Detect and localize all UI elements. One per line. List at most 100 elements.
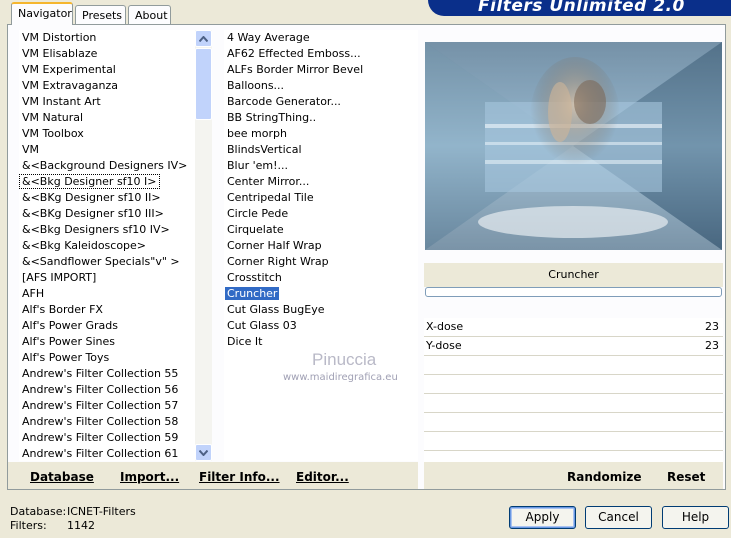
param-row-empty xyxy=(424,394,723,413)
category-item-label: &<Bkg Designers sf10 IV> xyxy=(22,223,170,236)
apply-button[interactable]: Apply xyxy=(509,506,576,529)
category-item[interactable]: Andrew's Filter Collection 56 xyxy=(19,382,195,398)
category-item-label: Alf's Power Toys xyxy=(22,351,110,364)
filter-item[interactable]: Cut Glass 03 xyxy=(224,318,418,334)
category-item[interactable]: VM Instant Art xyxy=(19,94,195,110)
tab-about[interactable]: About xyxy=(128,5,171,24)
category-item[interactable]: VM Experimental xyxy=(19,62,195,78)
filter-item-label: Cut Glass 03 xyxy=(227,319,297,332)
filter-item-label: BlindsVertical xyxy=(227,143,302,156)
category-item-label: &<BKg Designer sf10 III> xyxy=(22,207,164,220)
current-filter-name: Cruncher xyxy=(424,263,723,287)
category-item-label: AFH xyxy=(22,287,45,300)
scroll-thumb[interactable] xyxy=(195,48,212,120)
filter-item[interactable]: Center Mirror... xyxy=(224,174,418,190)
chevron-down-icon xyxy=(199,449,208,456)
filter-item[interactable]: Barcode Generator... xyxy=(224,94,418,110)
category-item[interactable]: &<Sandflower Specials"v" > xyxy=(19,254,195,270)
filter-item[interactable]: 4 Way Average xyxy=(224,30,418,46)
category-item[interactable]: &<Bkg Kaleidoscope> xyxy=(19,238,195,254)
filter-list[interactable]: 4 Way Average AF62 Effected Emboss... ALFs… xyxy=(224,30,418,461)
filter-item[interactable]: Cut Glass BugEye xyxy=(224,302,418,318)
filter-item[interactable]: Centripedal Tile xyxy=(224,190,418,206)
category-item[interactable]: &<Background Designers IV> xyxy=(19,158,195,174)
param-row-empty xyxy=(424,413,723,432)
filters-label: Filters: xyxy=(10,519,47,532)
category-item[interactable]: &<Bkg Designers sf10 IV> xyxy=(19,222,195,238)
param-row-x-dose[interactable]: X-dose 23 xyxy=(424,318,723,337)
category-item-label: &<Background Designers IV> xyxy=(22,159,188,172)
filter-item[interactable]: BlindsVertical xyxy=(224,142,418,158)
filter-item[interactable]: BB StringThing.. xyxy=(224,110,418,126)
category-item[interactable]: AFH xyxy=(19,286,195,302)
param-value[interactable]: 23 xyxy=(705,337,719,355)
param-name: Y-dose xyxy=(426,339,462,352)
help-button[interactable]: Help xyxy=(662,506,729,529)
category-item[interactable]: [AFS IMPORT] xyxy=(19,270,195,286)
category-item[interactable]: VM Extravaganza xyxy=(19,78,195,94)
scroll-down-button[interactable] xyxy=(195,444,212,461)
category-item-label: VM xyxy=(22,143,40,156)
category-item[interactable]: VM Elisablaze xyxy=(19,46,195,62)
category-item[interactable]: Andrew's Filter Collection 59 xyxy=(19,430,195,446)
filter-item[interactable]: Corner Right Wrap xyxy=(224,254,418,270)
category-item[interactable]: &<BKg Designer sf10 III> xyxy=(19,206,195,222)
editor-button[interactable]: Editor... xyxy=(296,470,349,484)
category-item[interactable]: Alf's Power Grads xyxy=(19,318,195,334)
category-item-label: &<Bkg Kaleidoscope> xyxy=(22,239,147,252)
filter-item[interactable]: ALFs Border Mirror Bevel xyxy=(224,62,418,78)
category-item-label: VM Elisablaze xyxy=(22,47,98,60)
filter-item[interactable]: Cirquelate xyxy=(224,222,418,238)
category-item-label: &<Sandflower Specials"v" > xyxy=(22,255,180,268)
chevron-up-icon xyxy=(199,35,208,42)
param-value[interactable]: 23 xyxy=(705,318,719,336)
tab-presets[interactable]: Presets xyxy=(75,5,126,24)
category-scrollbar[interactable] xyxy=(195,30,212,461)
category-item[interactable]: Andrew's Filter Collection 61 xyxy=(19,446,195,461)
filter-item[interactable]: Circle Pede xyxy=(224,206,418,222)
filter-item[interactable]: bee morph xyxy=(224,126,418,142)
category-item[interactable]: Alf's Border FX xyxy=(19,302,195,318)
filter-item[interactable]: AF62 Effected Emboss... xyxy=(224,46,418,62)
category-item[interactable]: VM xyxy=(19,142,195,158)
category-item[interactable]: Andrew's Filter Collection 58 xyxy=(19,414,195,430)
reset-button[interactable]: Reset xyxy=(667,470,705,484)
category-item-label: &<BKg Designer sf10 II> xyxy=(22,191,161,204)
tab-navigator[interactable]: Navigator xyxy=(11,2,73,25)
filter-item-label: Barcode Generator... xyxy=(227,95,341,108)
filter-item[interactable]: Cruncher xyxy=(224,286,418,302)
category-item[interactable]: &<BKg Designer sf10 II> xyxy=(19,190,195,206)
category-item[interactable]: Andrew's Filter Collection 55 xyxy=(19,366,195,382)
category-item-label: VM Distortion xyxy=(22,31,97,44)
category-item-label: Andrew's Filter Collection 56 xyxy=(22,383,179,396)
cancel-button[interactable]: Cancel xyxy=(585,506,652,529)
category-item[interactable]: VM Distortion xyxy=(19,30,195,46)
category-item[interactable]: VM Natural xyxy=(19,110,195,126)
progress-bar xyxy=(425,287,722,297)
category-item[interactable]: Alf's Power Sines xyxy=(19,334,195,350)
randomize-button[interactable]: Randomize xyxy=(567,470,641,484)
filter-item[interactable]: Balloons... xyxy=(224,78,418,94)
filter-item-label: Cirquelate xyxy=(227,223,284,236)
filter-item[interactable]: Crosstitch xyxy=(224,270,418,286)
category-item-label: &<Bkg Designer sf10 I> xyxy=(19,174,160,189)
filter-item[interactable]: Blur 'em!... xyxy=(224,158,418,174)
filter-item[interactable]: Corner Half Wrap xyxy=(224,238,418,254)
category-item[interactable]: VM Toolbox xyxy=(19,126,195,142)
database-button[interactable]: Database xyxy=(30,470,94,484)
category-item-label: Andrew's Filter Collection 59 xyxy=(22,431,179,444)
filter-info-button[interactable]: Filter Info... xyxy=(199,470,280,484)
category-item[interactable]: &<Bkg Designer sf10 I> xyxy=(19,174,195,190)
database-value: ICNET-Filters xyxy=(67,505,136,518)
preview-artwork xyxy=(425,42,722,250)
filter-item-label: BB StringThing.. xyxy=(227,111,317,124)
scroll-up-button[interactable] xyxy=(195,30,212,47)
category-list[interactable]: VM Distortion VM Elisablaze VM Experimenta… xyxy=(19,30,195,461)
filter-item[interactable]: Dice It xyxy=(224,334,418,350)
category-item-label: VM Instant Art xyxy=(22,95,101,108)
filter-item-label: 4 Way Average xyxy=(227,31,310,44)
category-item[interactable]: Alf's Power Toys xyxy=(19,350,195,366)
import-button[interactable]: Import... xyxy=(120,470,179,484)
param-row-y-dose[interactable]: Y-dose 23 xyxy=(424,337,723,356)
category-item[interactable]: Andrew's Filter Collection 57 xyxy=(19,398,195,414)
